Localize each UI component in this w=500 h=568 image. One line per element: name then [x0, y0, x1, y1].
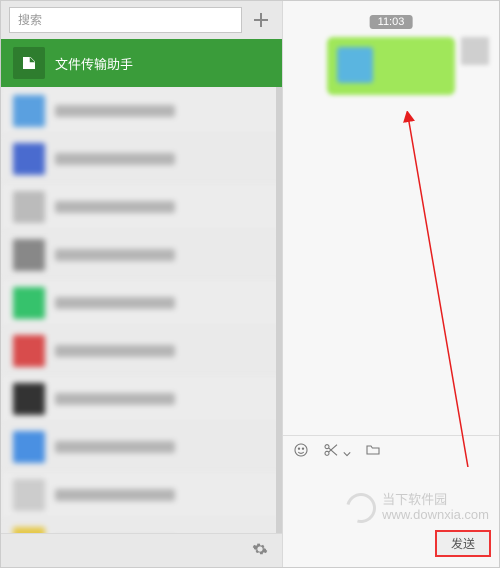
message-area: 11:03 [283, 1, 499, 435]
avatar [13, 191, 45, 223]
app-root: 文件传输助手 11:03 [0, 0, 500, 568]
chat-item[interactable] [1, 375, 282, 423]
avatar [13, 527, 45, 533]
right-panel: 11:03 [283, 1, 499, 567]
plus-icon [254, 13, 268, 27]
watermark-url: www.downxia.com [382, 508, 489, 523]
avatar [13, 287, 45, 319]
settings-button[interactable] [252, 541, 268, 560]
emoji-button[interactable] [293, 442, 309, 461]
chat-item[interactable] [1, 231, 282, 279]
watermark: 当下软件园 www.downxia.com [346, 493, 489, 523]
gear-icon [252, 541, 268, 557]
chat-item[interactable] [1, 87, 282, 135]
watermark-logo-icon [341, 488, 382, 529]
chat-item-label [55, 489, 175, 501]
chat-item-label [55, 105, 175, 117]
message-row [327, 37, 489, 95]
chat-item[interactable] [1, 471, 282, 519]
chat-item-label [55, 441, 175, 453]
screenshot-button[interactable] [323, 442, 351, 461]
chat-item[interactable] [1, 135, 282, 183]
scissors-icon [323, 442, 339, 458]
chevron-down-icon [343, 450, 351, 458]
chat-item-label [55, 153, 175, 165]
compose-toolbar [283, 435, 499, 467]
chat-item-label [55, 345, 175, 357]
chat-list[interactable] [1, 87, 282, 533]
chat-item[interactable] [1, 423, 282, 471]
avatar [13, 479, 45, 511]
avatar [13, 335, 45, 367]
chat-item-label [55, 249, 175, 261]
chat-item-label [55, 201, 175, 213]
avatar [13, 383, 45, 415]
chat-item-label: 文件传输助手 [55, 54, 133, 73]
message-thumbnail [337, 47, 373, 83]
chat-item[interactable] [1, 327, 282, 375]
chat-item-label [55, 393, 175, 405]
chat-item[interactable] [1, 183, 282, 231]
left-footer [1, 533, 282, 567]
watermark-brand: 当下软件园 [382, 493, 489, 508]
avatar [13, 431, 45, 463]
chat-item-file-transfer[interactable]: 文件传输助手 [1, 39, 282, 87]
search-row [1, 1, 282, 39]
chat-item[interactable] [1, 279, 282, 327]
folder-icon [365, 442, 381, 458]
timestamp-badge: 11:03 [370, 15, 413, 29]
avatar [13, 95, 45, 127]
left-panel: 文件传输助手 [1, 1, 283, 567]
attach-file-button[interactable] [365, 442, 381, 461]
file-transfer-icon [13, 47, 45, 79]
my-avatar[interactable] [461, 37, 489, 65]
search-input[interactable] [9, 7, 242, 33]
smiley-icon [293, 442, 309, 458]
send-button[interactable]: 发送 [435, 530, 491, 557]
avatar [13, 143, 45, 175]
avatar [13, 239, 45, 271]
chat-item[interactable] [1, 519, 282, 533]
chat-item-label [55, 297, 175, 309]
message-bubble[interactable] [327, 37, 455, 95]
compose-area[interactable]: 当下软件园 www.downxia.com 发送 [283, 467, 499, 567]
new-chat-button[interactable] [248, 7, 274, 33]
